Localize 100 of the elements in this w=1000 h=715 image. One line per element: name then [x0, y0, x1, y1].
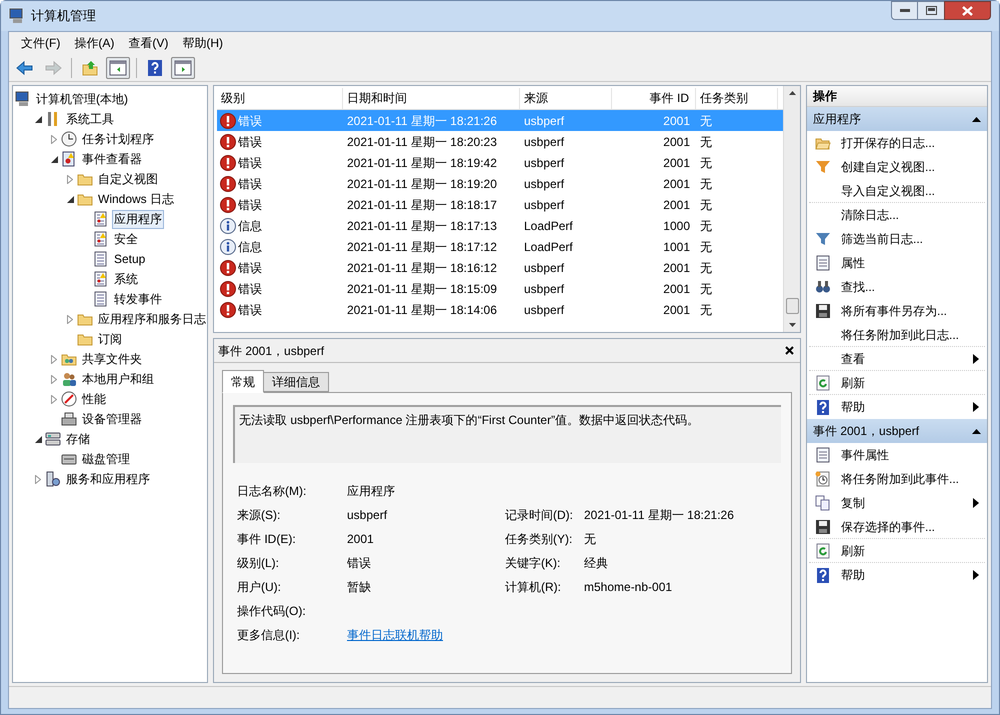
column-header[interactable]: 级别 [217, 88, 343, 109]
tree-item[interactable]: 系统 [112, 270, 140, 288]
event-row[interactable]: 错误 2021-01-11 星期一 18:19:42 usbperf 2001 无 [217, 152, 783, 173]
action-item[interactable]: 清除日志... [809, 203, 985, 227]
table-cell-text: 无 [699, 112, 713, 130]
tree-item[interactable]: 订阅 [96, 330, 124, 348]
action-item[interactable]: 将任务附加到此日志... [809, 323, 985, 347]
minimize-button[interactable] [891, 1, 918, 20]
table-cell-text: 2001 [662, 196, 691, 214]
menu-item[interactable]: 操作(A) [68, 32, 120, 54]
column-header[interactable]: 事件 ID [612, 88, 696, 109]
event-row[interactable]: 错误 2021-01-11 星期一 18:14:06 usbperf 2001 无 [217, 299, 783, 320]
action-label: 打开保存的日志... [841, 135, 936, 152]
expand-arrow-icon[interactable] [51, 354, 57, 364]
help-icon [815, 399, 831, 415]
table-cell-text: 无 [699, 176, 713, 192]
expand-arrow-icon[interactable] [35, 474, 41, 484]
field-label: 记录时间(D): [505, 507, 574, 524]
tree-item[interactable]: 任务计划程序 [80, 130, 156, 148]
log-icon [93, 251, 109, 267]
action-item[interactable]: 属性 [809, 251, 985, 275]
event-row[interactable]: 错误 2021-01-11 星期一 18:19:20 usbperf 2001 无 [217, 173, 783, 194]
action-item[interactable]: 帮助 [809, 563, 985, 587]
tree-item[interactable]: 转发事件 [112, 290, 164, 308]
funnel-icon [815, 231, 831, 247]
expand-arrow-icon[interactable] [51, 374, 57, 384]
field-label: 操作代码(O): [237, 603, 307, 620]
action-item[interactable]: 查找... [809, 275, 985, 299]
action-item[interactable]: 刷新 [809, 539, 985, 563]
expand-arrow-icon[interactable] [67, 314, 73, 324]
tree-item[interactable]: 自定义视图 [96, 170, 160, 188]
expand-arrow-icon[interactable] [51, 134, 57, 144]
action-item[interactable]: 复制 [809, 491, 985, 515]
tree-item[interactable]: 本地用户和组 [80, 370, 156, 388]
field-value: 2001 [347, 531, 375, 548]
column-header[interactable]: 日期和时间 [343, 88, 520, 109]
tree-item[interactable]: 设备管理器 [80, 410, 144, 428]
pane-toggle-button[interactable] [106, 56, 130, 78]
action-item[interactable]: 帮助 [809, 395, 985, 419]
action-item[interactable]: 事件属性 [809, 443, 985, 467]
action-item[interactable]: 保存选择的事件... [809, 515, 985, 539]
tree-item[interactable]: 服务和应用程序 [64, 470, 152, 488]
help-link[interactable]: 事件日志联机帮助 [347, 628, 443, 642]
collapse-arrow-icon[interactable] [50, 156, 58, 162]
collapse-arrow-icon[interactable] [66, 196, 74, 202]
action-item[interactable]: 创建自定义视图... [809, 155, 985, 179]
section-title: 应用程序 [813, 111, 861, 128]
menu-item[interactable]: 帮助(H) [176, 32, 229, 54]
table-cell-text: usbperf [523, 280, 566, 298]
event-row[interactable]: 信息 2021-01-11 星期一 18:17:13 LoadPerf 1000 无 [217, 215, 783, 236]
action-item[interactable]: 刷新 [809, 371, 985, 395]
tree-item[interactable]: 存储 [64, 430, 92, 448]
pane-toggle-button[interactable] [171, 56, 195, 78]
event-row[interactable]: 错误 2021-01-11 星期一 18:20:23 usbperf 2001 无 [217, 131, 783, 152]
menu-item[interactable]: 查看(V) [122, 32, 174, 54]
column-header[interactable]: 来源 [520, 88, 612, 109]
expand-arrow-icon[interactable] [51, 394, 57, 404]
tree-item[interactable]: Windows 日志 [96, 190, 176, 208]
section-header[interactable]: 应用程序 [807, 107, 987, 131]
collapse-arrow-icon[interactable] [34, 436, 42, 442]
maximize-button[interactable] [918, 1, 944, 20]
refresh-icon [815, 542, 831, 558]
vertical-scrollbar[interactable] [783, 86, 800, 332]
menu-item[interactable]: 文件(F) [15, 32, 66, 54]
table-cell-text: 2021-01-11 星期一 18:20:23 [346, 134, 498, 150]
tree-item[interactable]: 应用程序 [112, 210, 164, 228]
event-row[interactable]: 信息 2021-01-11 星期一 18:17:12 LoadPerf 1001 无 [217, 236, 783, 257]
field-label: 级别(L): [237, 555, 280, 572]
column-header[interactable]: 任务类别 [696, 88, 778, 109]
event-row[interactable]: 错误 2021-01-11 星期一 18:18:17 usbperf 2001 无 [217, 194, 783, 215]
event-row[interactable]: 错误 2021-01-11 星期一 18:16:12 usbperf 2001 无 [217, 257, 783, 278]
table-cell-text: 2001 [662, 112, 691, 130]
action-item[interactable]: 打开保存的日志... [809, 131, 985, 155]
detail-title: 事件 2001，usbperf [218, 342, 324, 360]
table-cell-text: LoadPerf [523, 218, 574, 234]
tree-item[interactable]: 共享文件夹 [80, 350, 144, 368]
close-button[interactable] [944, 1, 991, 20]
action-item[interactable]: 查看 [809, 347, 985, 371]
tree-item[interactable]: 计算机管理(本地) [34, 90, 130, 108]
action-item[interactable]: 将所有事件另存为... [809, 299, 985, 323]
tree-item[interactable]: Setup [112, 250, 148, 268]
tree-item[interactable]: 安全 [112, 230, 140, 248]
scroll-thumb[interactable] [786, 298, 798, 314]
tab[interactable]: 详细信息 [264, 372, 329, 392]
section-header[interactable]: 事件 2001，usbperf [807, 419, 987, 443]
tree-item[interactable]: 性能 [80, 390, 108, 408]
action-label: 复制 [841, 495, 866, 512]
action-item[interactable]: 导入自定义视图... [809, 179, 985, 203]
field-label: 用户(U): [237, 579, 282, 596]
tree-item[interactable]: 磁盘管理 [80, 450, 132, 468]
tree-item[interactable]: 系统工具 [64, 110, 116, 128]
action-item[interactable]: 筛选当前日志... [809, 227, 985, 251]
log-icon [93, 231, 109, 247]
collapse-arrow-icon[interactable] [34, 116, 42, 122]
expand-arrow-icon[interactable] [67, 174, 73, 184]
event-row[interactable]: 错误 2021-01-11 星期一 18:15:09 usbperf 2001 无 [217, 278, 783, 299]
tree-item[interactable]: 事件查看器 [80, 150, 144, 168]
tab[interactable]: 常规 [222, 370, 264, 393]
tree-item[interactable]: 应用程序和服务日志 [96, 310, 208, 328]
action-item[interactable]: 将任务附加到此事件... [809, 467, 985, 491]
